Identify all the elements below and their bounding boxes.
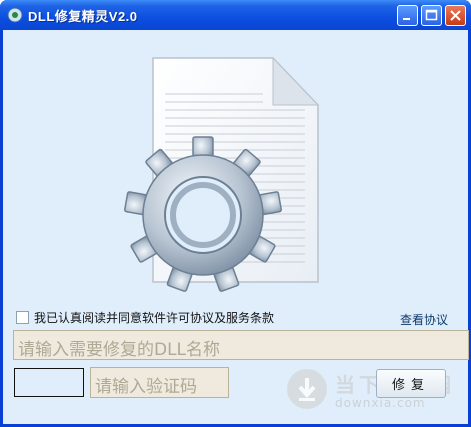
close-icon xyxy=(450,10,461,21)
maximize-icon xyxy=(425,9,438,21)
window-title: DLL修复精灵V2.0 xyxy=(28,9,138,24)
close-button[interactable] xyxy=(445,5,466,26)
client-area: 我已认真阅读并同意软件许可协议及服务条款 查看协议 请输入需要修复的DLL名称 … xyxy=(3,30,469,424)
captcha-image xyxy=(14,368,84,397)
agreement-row: 我已认真阅读并同意软件许可协议及服务条款 xyxy=(16,309,274,325)
agree-checkbox[interactable] xyxy=(16,310,29,324)
minimize-icon xyxy=(403,18,410,20)
app-gear-icon xyxy=(7,7,23,23)
repair-button[interactable]: 修复 xyxy=(376,369,446,398)
minimize-button[interactable] xyxy=(397,5,418,26)
view-agreement-link[interactable]: 查看协议 xyxy=(400,311,448,328)
app-window: DLL修复精灵V2.0 我已认真阅读并同意软件许可协议及服务条款 查看协议 请输… xyxy=(0,0,471,427)
title-bar[interactable]: DLL修复精灵V2.0 xyxy=(0,0,471,30)
dll-name-input[interactable]: 请输入需要修复的DLL名称 xyxy=(13,330,469,360)
verification-code-input[interactable]: 请输入验证码 xyxy=(90,367,229,398)
document-gear-illustration xyxy=(124,56,320,292)
agree-label: 我已认真阅读并同意软件许可协议及服务条款 xyxy=(34,310,275,325)
download-arrow-icon xyxy=(287,369,327,409)
watermark-url: downxia.com xyxy=(335,396,426,410)
maximize-button[interactable] xyxy=(421,5,442,26)
